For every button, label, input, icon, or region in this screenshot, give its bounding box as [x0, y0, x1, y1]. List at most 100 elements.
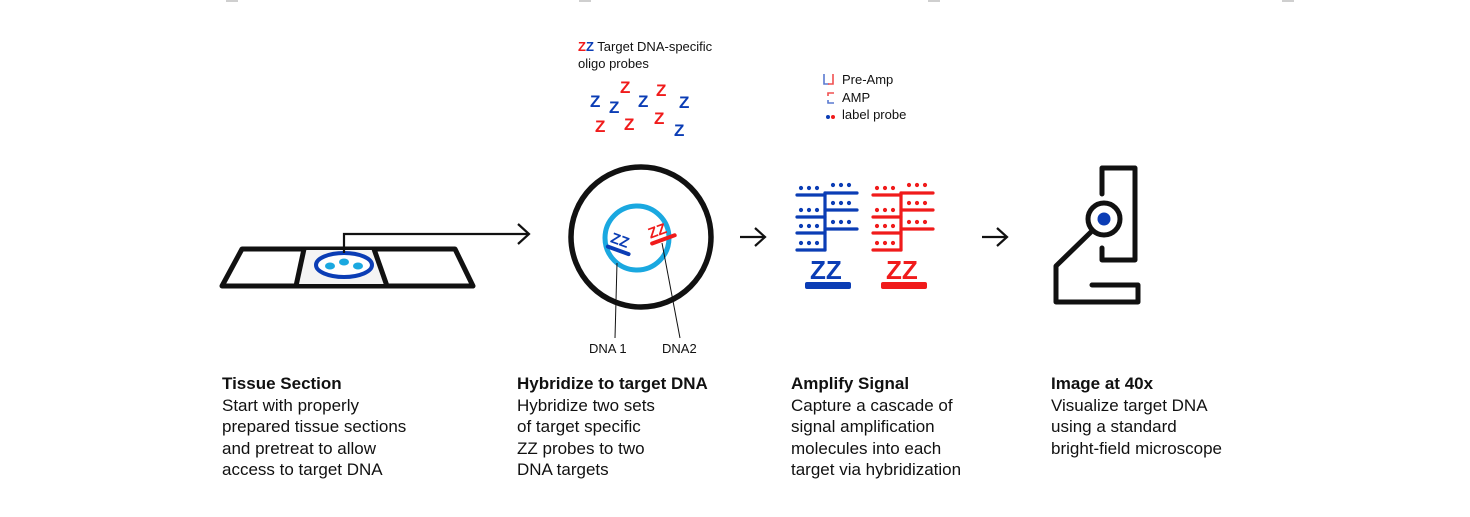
step-desc-line: Hybridize two sets: [517, 395, 655, 415]
label-probe-dot: [882, 223, 888, 229]
microscope-lens: [1097, 212, 1111, 226]
step-desc-line: of target specific: [517, 417, 641, 436]
label-probe-dot: [846, 182, 852, 188]
pre-amp-icon: [823, 74, 834, 85]
step-desc-line: prepared tissue sections: [222, 417, 407, 436]
step-desc-line: bright-field microscope: [1051, 438, 1223, 458]
microscope-icon: [1053, 165, 1141, 305]
legend-pre-amp: Pre-Amp: [842, 72, 894, 87]
label-probe-dot: [806, 185, 812, 191]
step-desc-line: molecules into each: [791, 438, 942, 458]
label-probe-dot: [874, 185, 880, 191]
step-desc-line: target via hybridization: [791, 460, 962, 479]
amplification-trees: ZZ ZZ: [795, 182, 935, 289]
probe-z: Z: [656, 81, 666, 100]
label-probe-dot: [814, 240, 820, 246]
probe-z: Z: [674, 121, 684, 140]
probe-z: Z: [620, 78, 630, 97]
label-probe-dot: [882, 207, 888, 213]
label-probe-dot: [922, 182, 928, 188]
label-probe-dot: [798, 185, 804, 191]
zz-probe-label: ZZ: [810, 255, 842, 285]
label-probe-dot: [814, 185, 820, 191]
label-probe-dot: [846, 219, 852, 225]
step-title: Tissue Section: [222, 374, 342, 393]
amp-tree-red: ZZ: [871, 182, 935, 289]
label-probe-dot: [890, 223, 896, 229]
label-probe-dot: [882, 240, 888, 246]
target-dna-bar: [805, 282, 851, 289]
step-desc-line: DNA targets: [517, 460, 609, 479]
label-probe-dot: [882, 185, 888, 191]
arrow-step2-to-step3: [740, 227, 767, 247]
dna2-label: DNA2: [662, 341, 697, 356]
label-probe-dot: [890, 185, 896, 191]
label-probe-dot: [838, 219, 844, 225]
amp-legend-icons: [823, 74, 835, 119]
step-image: Image at 40x Visualize target DNA using …: [1051, 373, 1222, 459]
step-title: Image at 40x: [1051, 374, 1154, 393]
label-probe-dot: [806, 240, 812, 246]
target-dna-bar: [881, 282, 927, 289]
step-amplify: Amplify Signal Capture a cascade of sign…: [791, 373, 961, 481]
dna2-probe: ZZ: [646, 220, 677, 246]
label-probe-dot: [906, 200, 912, 206]
label-probe-dot: [814, 223, 820, 229]
label-probe-dot: [838, 200, 844, 206]
step-desc-line: ZZ probes to two: [517, 438, 645, 458]
cell-icon: ZZ ZZ: [568, 164, 714, 339]
label-probe-dot: [814, 207, 820, 213]
label-probe-dot: [846, 200, 852, 206]
label-probe-dot: [890, 240, 896, 246]
step-desc-line: Visualize target DNA: [1051, 395, 1208, 415]
probe-z: Z: [638, 92, 648, 111]
step-tissue-section: Tissue Section Start with properly prepa…: [222, 373, 406, 481]
label-probe-dot: [922, 200, 928, 206]
label-probe-dot: [906, 219, 912, 225]
probe-z: Z: [590, 92, 600, 111]
step-hybridize: Hybridize to target DNA Hybridize two se…: [517, 373, 708, 481]
probe-z: Z: [624, 115, 634, 134]
label-probe-dot: [798, 240, 804, 246]
label-probe-dot: [874, 240, 880, 246]
label-probe-dot: [914, 200, 920, 206]
probe-z: Z: [595, 117, 605, 136]
label-probe-dot: [874, 223, 880, 229]
arrow-step3-to-step4: [982, 227, 1009, 247]
label-probe-dot: [830, 182, 836, 188]
amp-icon: [827, 92, 834, 104]
step-desc-line: and pretreat to allow: [222, 438, 377, 458]
probe-legend-line2: oligo probes: [578, 56, 649, 71]
tissue-slide-icon: [219, 246, 476, 289]
step-desc-line: using a standard: [1051, 417, 1177, 436]
step-desc-line: Start with properly: [222, 395, 359, 415]
label-probe-dot: [874, 207, 880, 213]
probe-legend: ZZ Target DNA-specific oligo probes: [578, 38, 712, 72]
label-probe-dot: [922, 219, 928, 225]
probe-z: Z: [609, 98, 619, 117]
label-probe-dot: [830, 219, 836, 225]
label-probe-icon: [826, 115, 835, 119]
probe-z: Z: [679, 93, 689, 112]
legend-amp: AMP: [842, 90, 871, 105]
zz-probe-label: ZZ: [886, 255, 918, 285]
probe-z: Z: [654, 109, 664, 128]
dna1-label: DNA 1: [589, 341, 627, 356]
workflow-diagram: Z Z Z Z Z Z Z Z Z Z ZZ ZZ ZZ ZZ: [219, 74, 1141, 339]
step-desc-line: signal amplification: [791, 417, 935, 436]
label-probe-dot: [914, 219, 920, 225]
step-title: Hybridize to target DNA: [517, 374, 708, 393]
step-desc-line: access to target DNA: [222, 460, 383, 479]
probe-scatter: Z Z Z Z Z Z Z Z Z Z: [590, 78, 689, 140]
label-probe-dot: [830, 200, 836, 206]
label-probe-dot: [838, 182, 844, 188]
label-probe-dot: [906, 182, 912, 188]
legend-label-probe: label probe: [842, 107, 907, 122]
label-probe-dot: [890, 207, 896, 213]
label-probe-dot: [806, 207, 812, 213]
probe-legend-glyph: ZZ: [578, 39, 594, 54]
label-probe-dot: [914, 182, 920, 188]
probe-legend-line1: Target DNA-specific: [597, 39, 713, 54]
step-desc-line: Capture a cascade of: [791, 395, 953, 415]
label-probe-dot: [798, 223, 804, 229]
